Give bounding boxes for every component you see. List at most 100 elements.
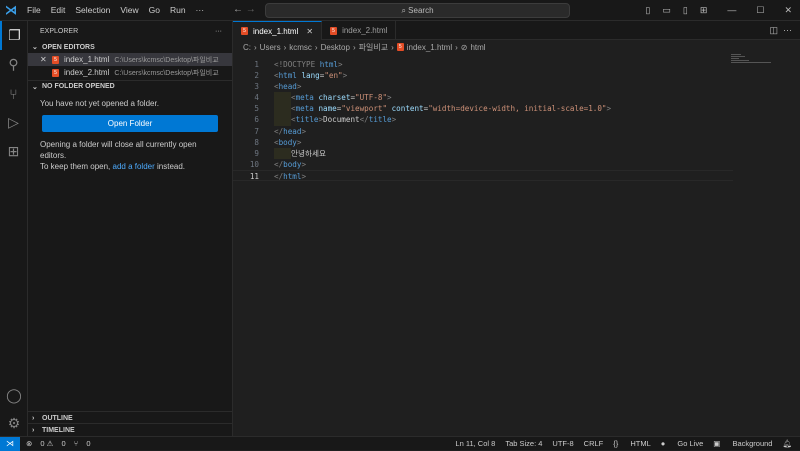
cursor-position[interactable]: Ln 11, Col 8	[455, 439, 495, 448]
menu-item-4[interactable]: Go	[149, 5, 160, 15]
back-arrow-icon[interactable]: ←	[233, 4, 243, 15]
code-line[interactable]: 10 </body>	[233, 159, 733, 170]
close-window-button[interactable]: ✕	[784, 5, 792, 16]
minimap[interactable]	[731, 54, 771, 66]
html5-icon: 5	[52, 55, 59, 64]
more-icon[interactable]: ···	[783, 25, 792, 35]
code-line[interactable]: 7 </head>	[233, 126, 733, 137]
command-center-search[interactable]: ⌕ Search	[265, 3, 570, 18]
timeline-section[interactable]: › TIMELINE	[28, 424, 233, 436]
code-token: 안녕하세요	[291, 148, 326, 158]
breadcrumb-item[interactable]: C:	[243, 43, 251, 52]
code-token: >	[296, 137, 302, 147]
more-actions-button[interactable]: ···	[215, 28, 222, 35]
open-editor-item[interactable]: ✕ 5 index_1.html C:\Users\kcmsc\Desktop\파일비…	[28, 53, 232, 66]
background-button[interactable]: ▣ Background	[713, 439, 772, 448]
settings-gear-icon[interactable]: ⚙	[0, 409, 28, 438]
code-line[interactable]: 2 <html lang="en">	[233, 70, 733, 81]
add-folder-link[interactable]: add a folder	[113, 162, 155, 171]
no-folder-message: You have not yet opened a folder.	[40, 99, 159, 108]
split-editor-icon[interactable]: ◫	[769, 25, 778, 35]
code-line[interactable]: 5 <meta name="viewport" content="width=de…	[233, 103, 733, 115]
code-token: head	[283, 126, 302, 136]
language-mode[interactable]: {} HTML	[613, 439, 651, 448]
symbol-icon: ⊘	[460, 42, 468, 52]
menu-item-3[interactable]: View	[120, 5, 138, 15]
breadcrumb-item[interactable]: 파일비교	[359, 42, 388, 53]
tab-index_1-html[interactable]: 5 index_1.html ✕	[233, 21, 323, 40]
line-text: <head>	[274, 81, 301, 92]
close-icon[interactable]: ✕	[306, 27, 313, 36]
file-path: C:\Users\kcmsc\Desktop\파일비교	[114, 56, 219, 64]
file-path: C:\Users\kcmsc\Desktop\파일비교	[114, 69, 219, 77]
end-of-line[interactable]: CRLF	[584, 439, 604, 448]
code-line[interactable]: 4 <meta charset="UTF-8">	[233, 92, 733, 104]
breadcrumb-item[interactable]: Desktop	[321, 43, 350, 52]
menu-item-0[interactable]: File	[27, 5, 41, 15]
code-line[interactable]: 8 <body>	[233, 137, 733, 148]
code-line[interactable]: 6 <title>Document</title>	[233, 114, 733, 126]
code-line[interactable]: 9 안녕하세요	[233, 147, 733, 159]
errors-status[interactable]: ⊗ 0 ⚠ 0	[26, 439, 66, 448]
menu-item-6[interactable]: ···	[196, 5, 205, 15]
code-token: meta	[295, 104, 319, 114]
chevron-right-icon: ›	[455, 42, 458, 52]
code-line[interactable]: 1 <!DOCTYPE html>	[233, 59, 733, 70]
search-icon[interactable]: ⚲	[0, 50, 27, 79]
code-line[interactable]: 3 <head>	[233, 81, 733, 92]
line-number: 4	[254, 93, 259, 103]
no-folder-section[interactable]: ⌄ NO FOLDER OPENED	[28, 80, 232, 92]
code-token: >	[338, 60, 343, 69]
notifications-bell-icon[interactable]: 🔔︎	[782, 439, 792, 448]
breadcrumb-item[interactable]: kcmsc	[289, 43, 312, 52]
line-text: </html>	[274, 171, 307, 181]
open-folder-button[interactable]: Open Folder	[42, 115, 218, 132]
menu-item-5[interactable]: Run	[170, 5, 186, 15]
explorer-icon[interactable]: ❐	[0, 21, 27, 50]
tab-index_2-html[interactable]: 5 index_2.html	[322, 21, 397, 40]
line-text: <html lang="en">	[274, 70, 347, 81]
code-token: meta	[295, 93, 319, 103]
indent-guide	[274, 103, 291, 115]
close-icon[interactable]: ✕	[40, 55, 52, 64]
code-token: <!DOCTYPE	[274, 60, 320, 69]
layout-secondary-icon[interactable]: ▯	[683, 5, 688, 16]
breadcrumb-item[interactable]: html	[470, 43, 485, 52]
html5-icon: 5	[330, 26, 338, 35]
code-editor[interactable]: 1 <!DOCTYPE html> 2 <html lang="en"> 3 <head>…	[233, 59, 733, 182]
search-label: Search	[408, 6, 434, 15]
breadcrumb-item[interactable]: Users	[260, 43, 281, 52]
encoding[interactable]: UTF-8	[552, 439, 573, 448]
layout-panel-icon[interactable]: ▭	[662, 5, 671, 16]
ports-status[interactable]: ⑂ 0	[74, 439, 91, 448]
account-icon[interactable]: ◯	[0, 381, 28, 410]
code-token: title	[295, 115, 319, 125]
open-editors-section[interactable]: ⌄ OPEN EDITORS	[28, 41, 232, 53]
code-token: >	[301, 171, 307, 181]
go-live-button[interactable]: ● Go Live	[661, 439, 703, 448]
extensions-icon[interactable]: ⊞	[0, 137, 27, 166]
menu-item-2[interactable]: Selection	[75, 5, 110, 15]
forward-arrow-icon[interactable]: →	[246, 4, 256, 15]
maximize-button[interactable]: ☐	[756, 5, 764, 16]
layout-sidebar-icon[interactable]: ▯	[645, 5, 650, 16]
source-control-icon[interactable]: ⑂	[0, 79, 27, 108]
remote-icon[interactable]: ⋊	[0, 436, 20, 451]
code-token: "en"	[324, 71, 343, 81]
nav-arrows: ← →	[233, 4, 256, 15]
breadcrumb-item[interactable]: index_1.html	[407, 43, 452, 52]
chevron-down-icon: ⌄	[32, 44, 38, 51]
open-editor-item[interactable]: 5 index_2.html C:\Users\kcmsc\Desktop\파일비교	[28, 66, 232, 79]
customize-layout-icon[interactable]: ⊞	[700, 5, 708, 16]
breadcrumb: C: › Users › kcmsc › Desktop › 파일비교 › 5 index_1.htm…	[233, 40, 800, 54]
minimize-button[interactable]: —	[727, 5, 736, 15]
chevron-right-icon: ›	[32, 414, 35, 422]
menu-item-1[interactable]: Edit	[51, 5, 66, 15]
chevron-down-icon: ⌄	[32, 83, 38, 91]
ports-count: 0	[86, 439, 91, 448]
tab-size[interactable]: Tab Size: 4	[505, 439, 542, 448]
code-token: >	[606, 104, 612, 114]
run-debug-icon[interactable]: ▷	[0, 108, 27, 137]
code-line[interactable]: 11 </html>	[233, 169, 733, 182]
indent-guide	[274, 92, 291, 104]
